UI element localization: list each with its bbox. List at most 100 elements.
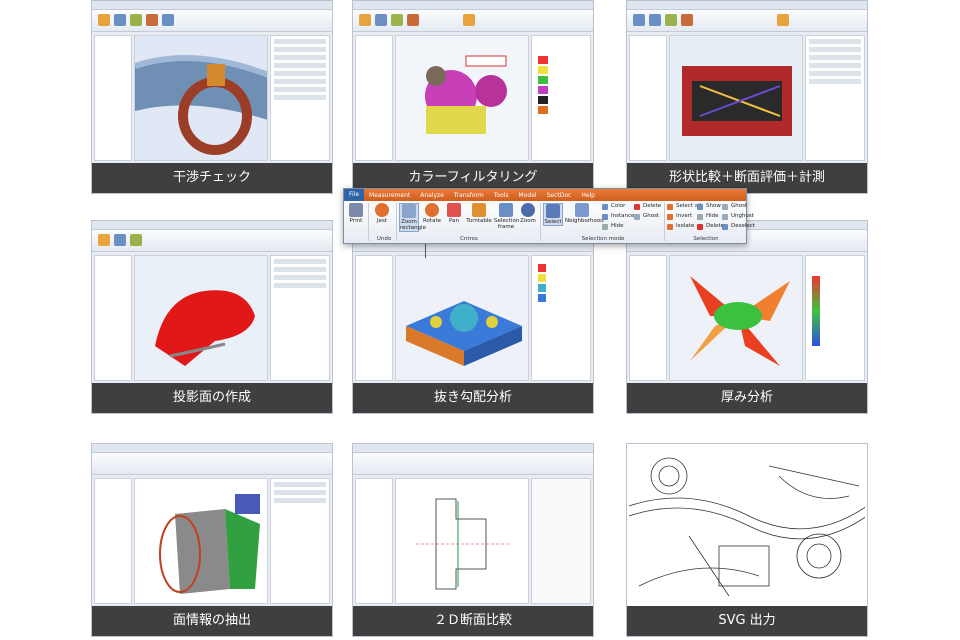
ribbon-strip: [353, 453, 593, 475]
print-icon: [349, 203, 363, 217]
viewport-3d: [669, 35, 803, 161]
isolate-button[interactable]: Isolate: [667, 223, 694, 230]
ribbon-body: Print Jest Undo Zoom rectangle Rotate Pa…: [344, 201, 755, 243]
ribbon-tabs: File Measurement Analyze Transform Tools…: [344, 189, 746, 201]
neighborhood-icon: [575, 203, 589, 217]
left-panel: [94, 35, 132, 161]
tile-caption: SVG 出力: [627, 606, 867, 636]
turntable-icon: [472, 203, 486, 217]
viewport-2d: [395, 478, 529, 604]
ribbon-strip: [92, 10, 332, 32]
extracted-faces-model: [135, 479, 267, 603]
draft-legend: [538, 264, 546, 302]
neighborhood-button[interactable]: Neighborhood: [565, 203, 604, 224]
left-panel: [629, 35, 667, 161]
right-panel: [531, 35, 591, 161]
tile-caption: 投影面の作成: [92, 383, 332, 413]
select-icon: [546, 204, 560, 218]
ribbon-strip: [92, 230, 332, 252]
callout-line: [425, 244, 426, 258]
ghost-icon-button[interactable]: Ghost: [722, 203, 747, 210]
section-drawing: [396, 479, 528, 603]
right-panel: [270, 255, 330, 381]
delete-button[interactable]: Delete: [697, 223, 724, 230]
tile-caption: ２Ｄ断面比較: [353, 606, 593, 636]
tile-caption: 厚み分析: [627, 383, 867, 413]
ghost-button[interactable]: Ghost: [634, 213, 659, 220]
tab-help[interactable]: Help: [576, 192, 600, 199]
ribbon-strip: [353, 10, 593, 32]
svg-line-drawing: [629, 446, 865, 604]
tile-caption: 面情報の抽出: [92, 606, 332, 636]
zoom-rectangle-button[interactable]: Zoom rectangle: [399, 203, 426, 232]
window-titlebar: [353, 1, 593, 10]
color-button[interactable]: Color: [602, 203, 625, 210]
select-button[interactable]: Select: [543, 203, 563, 226]
undo-icon: [375, 203, 389, 217]
tab-analyze[interactable]: Analyze: [415, 192, 449, 199]
viewport-3d: [395, 255, 529, 381]
ribbon-strip: [627, 10, 867, 32]
right-panel: [531, 478, 591, 604]
turntable-button[interactable]: Turntable: [466, 203, 492, 224]
undo-group-label: Undo: [376, 236, 392, 242]
controls-group-label: Cntros: [460, 236, 478, 242]
tab-file[interactable]: File: [344, 189, 365, 201]
instance-button[interactable]: Instance: [602, 213, 634, 220]
tile-draft-analysis: 抜き勾配分析: [352, 220, 594, 414]
engine-line-art: [629, 446, 865, 604]
zoom-rectangle-icon: [402, 204, 416, 218]
thickness-legend: [812, 276, 820, 346]
tile-svg-output: SVG 出力: [626, 443, 868, 637]
print-button[interactable]: Print: [346, 203, 366, 224]
section-model: [670, 36, 802, 160]
tile-face-extraction: 面情報の抽出: [91, 443, 333, 637]
tile-thickness-analysis: 厚み分析: [626, 220, 868, 414]
tab-sectdoc[interactable]: SectDoc: [542, 192, 577, 199]
viewport-3d: [395, 35, 529, 161]
deselect-button[interactable]: Deselect: [722, 223, 755, 230]
draft-colored-part: [396, 256, 528, 380]
show-button[interactable]: Show: [697, 203, 721, 210]
zoom-icon: [521, 203, 535, 217]
hide-selmode-button[interactable]: Hide: [602, 223, 624, 230]
selection-frame-icon: [499, 203, 513, 217]
pipe-clamp-model: [135, 36, 267, 160]
tile-caption: 抜き勾配分析: [353, 383, 593, 413]
left-panel: [94, 478, 132, 604]
right-panel: [531, 255, 591, 381]
undo-button[interactable]: Jest: [372, 203, 392, 224]
viewport-3d: [134, 478, 268, 604]
unghost-button[interactable]: Unghost: [722, 213, 754, 220]
selection-group-label: Selection: [693, 236, 719, 242]
rotate-icon: [425, 203, 439, 217]
tab-model[interactable]: Model: [514, 192, 542, 199]
projected-part: [135, 256, 267, 380]
window-titlebar: [627, 1, 867, 10]
right-panel: [805, 255, 865, 381]
zoom-button[interactable]: Zoom: [518, 203, 538, 224]
window-titlebar: [92, 444, 332, 453]
tab-measurement[interactable]: Measurement: [364, 192, 415, 199]
delete-selmode-button[interactable]: Delete: [634, 203, 661, 210]
pan-button[interactable]: Pan: [444, 203, 464, 224]
tile-shape-comparison: 形状比較＋断面評価＋計測: [626, 0, 868, 194]
right-panel: [270, 35, 330, 161]
window-titlebar: [92, 221, 332, 230]
rotate-button[interactable]: Rotate: [422, 203, 442, 224]
selection-frame-button[interactable]: Selection frame: [494, 203, 519, 230]
invert-button[interactable]: Invert: [667, 213, 692, 220]
fan-model: [670, 256, 802, 380]
viewport-3d: [134, 255, 268, 381]
tile-color-filtering: カラーフィルタリング: [352, 0, 594, 194]
right-panel: [805, 35, 865, 161]
left-panel: [355, 35, 393, 161]
tab-transform[interactable]: Transform: [449, 192, 489, 199]
pan-icon: [447, 203, 461, 217]
color-filtered-assembly: [396, 36, 528, 160]
left-panel: [355, 478, 393, 604]
tab-tools[interactable]: Tools: [489, 192, 514, 199]
left-panel: [629, 255, 667, 381]
right-panel: [270, 478, 330, 604]
hide-button[interactable]: Hide: [697, 213, 719, 220]
